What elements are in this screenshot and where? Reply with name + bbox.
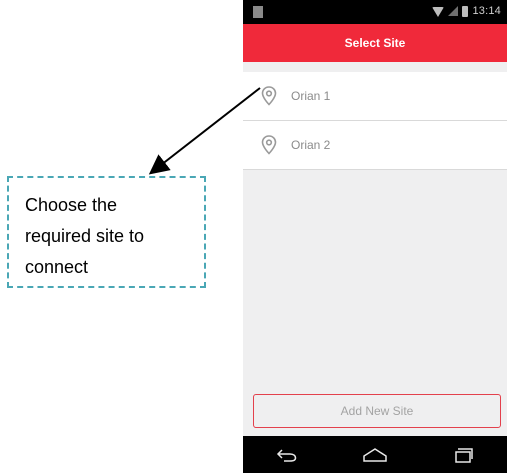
annotation-callout: Choose the required site to connect (7, 176, 206, 288)
callout-line-2: required site to (25, 226, 145, 246)
callout-line-3: connect (25, 257, 89, 277)
callout-line-1: Choose the (25, 195, 118, 215)
